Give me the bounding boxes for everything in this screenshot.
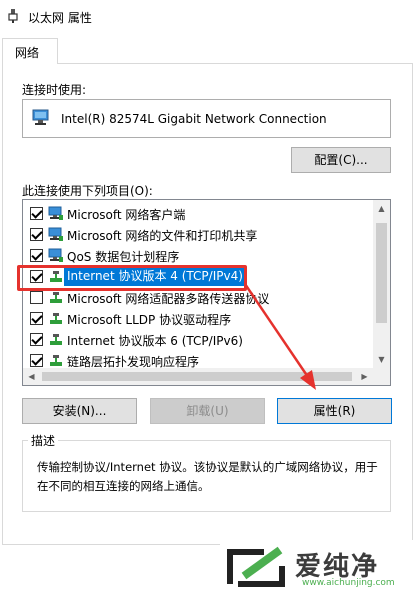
tab-network[interactable]: 网络	[2, 38, 58, 64]
list-item[interactable]: Microsoft 网络的文件和打印机共享	[23, 224, 368, 245]
horizontal-scroll-thumb[interactable]	[42, 372, 352, 381]
title-bar: 以太网 属性	[0, 0, 417, 34]
properties-button[interactable]: 属性(R)	[277, 398, 392, 424]
protocol-icon	[50, 355, 62, 366]
item-checkbox[interactable]	[30, 207, 43, 220]
network-cable-icon	[8, 9, 18, 23]
item-checkbox[interactable]	[30, 228, 43, 241]
list-item[interactable]: Microsoft 网络客户端	[23, 203, 368, 224]
item-label: QoS 数据包计划程序	[67, 250, 180, 264]
watermark-url: www.aichunjing.com	[302, 578, 395, 588]
horizontal-scrollbar[interactable]: ◀ ▶	[23, 368, 373, 385]
window-title: 以太网 属性	[28, 11, 92, 25]
protocol-icon	[50, 334, 62, 345]
install-button[interactable]: 安装(N)...	[22, 398, 137, 424]
uninstall-button[interactable]: 卸载(U)	[150, 398, 265, 424]
item-label: Microsoft 网络适配器多路传送器协议	[67, 292, 270, 306]
list-item[interactable]: Microsoft LLDP 协议驱动程序	[23, 308, 368, 329]
scroll-left-arrow-icon[interactable]: ◀	[23, 368, 40, 385]
network-adapter-icon	[32, 109, 49, 125]
item-checkbox[interactable]	[30, 333, 43, 346]
adapter-box: Intel(R) 82574L Gigabit Network Connecti…	[22, 99, 391, 138]
list-item[interactable]: Internet 协议版本 6 (TCP/IPv6)	[23, 329, 368, 350]
adapter-name: Intel(R) 82574L Gigabit Network Connecti…	[61, 112, 327, 126]
scroll-down-arrow-icon[interactable]: ▼	[373, 351, 390, 368]
items-listbox[interactable]: Microsoft 网络客户端 Microsoft 网络的文件和打印机共享 Qo…	[22, 199, 391, 386]
item-checkbox[interactable]	[30, 291, 43, 304]
list-item[interactable]: QoS 数据包计划程序	[23, 245, 368, 266]
watermark: 爱纯净 www.aichunjing.com	[220, 540, 416, 594]
network-share-icon	[48, 227, 63, 241]
scroll-right-arrow-icon[interactable]: ▶	[356, 368, 373, 385]
item-label: Microsoft 网络的文件和打印机共享	[67, 229, 258, 243]
items-label: 此连接使用下列项目(O):	[22, 184, 153, 198]
item-checkbox[interactable]	[30, 354, 43, 367]
watermark-logo-icon	[227, 546, 285, 587]
ipv4-highlight-annotation	[17, 265, 247, 291]
network-client-icon	[48, 206, 63, 220]
item-label: Microsoft LLDP 协议驱动程序	[67, 313, 232, 327]
configure-button[interactable]: 配置(C)...	[291, 147, 391, 173]
item-label: Microsoft 网络客户端	[67, 208, 186, 222]
item-label: Internet 协议版本 6 (TCP/IPv6)	[67, 334, 243, 348]
protocol-icon	[50, 313, 62, 324]
vertical-scroll-thumb[interactable]	[376, 223, 387, 323]
item-checkbox[interactable]	[30, 312, 43, 325]
description-text: 传输控制协议/Internet 协议。该协议是默认的广域网络协议，用于在不同的相…	[37, 460, 378, 493]
scroll-up-arrow-icon[interactable]: ▲	[373, 200, 390, 217]
description-legend: 描述	[28, 432, 59, 449]
protocol-icon	[50, 292, 62, 303]
vertical-scrollbar[interactable]: ▲ ▼	[373, 200, 390, 368]
scroll-corner	[373, 368, 390, 385]
item-checkbox[interactable]	[30, 249, 43, 262]
connect-using-label: 连接时使用:	[22, 83, 87, 97]
tab-network-label: 网络	[15, 46, 40, 60]
qos-icon	[48, 248, 63, 262]
